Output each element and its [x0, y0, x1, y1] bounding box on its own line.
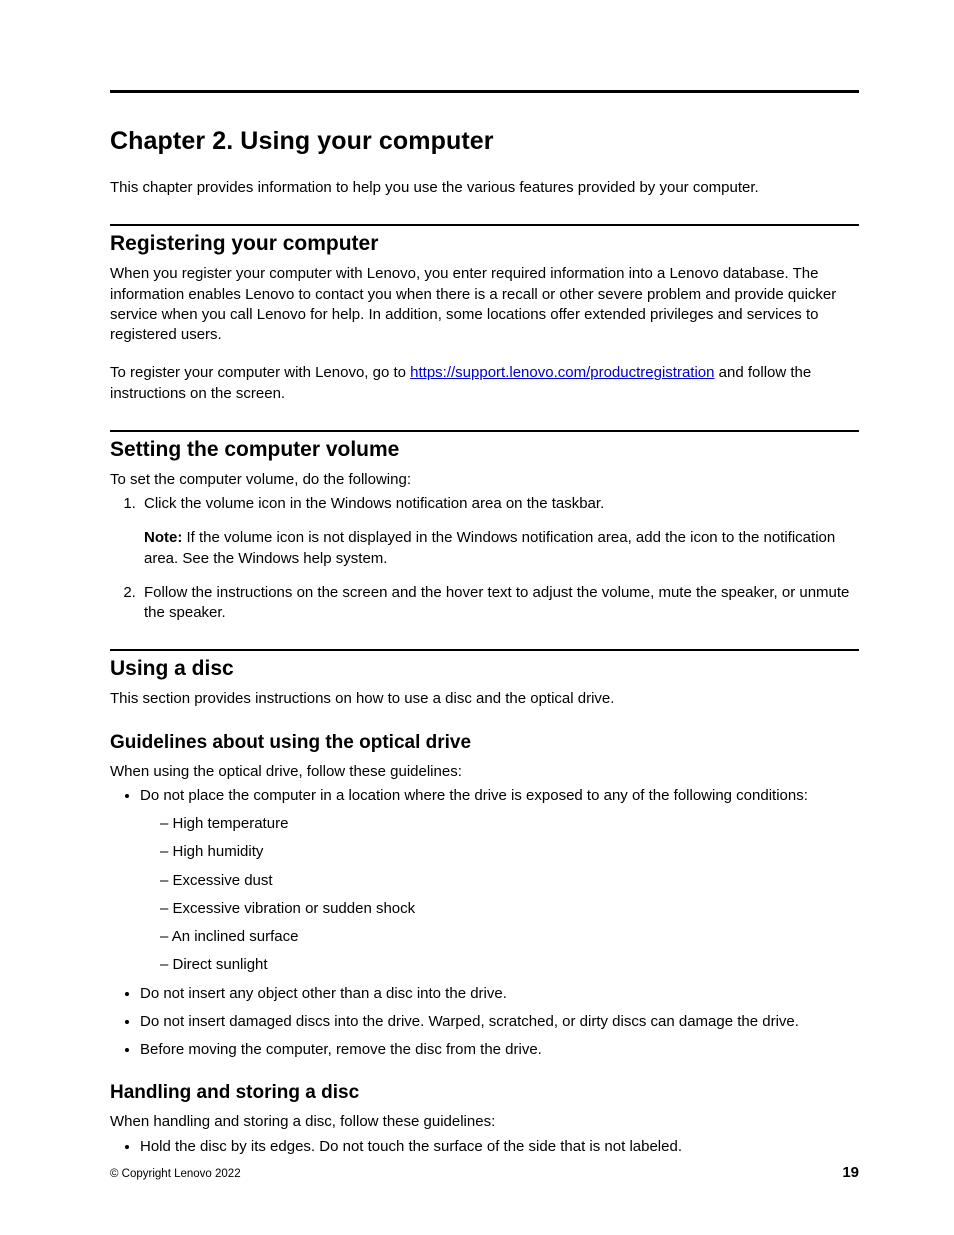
list-item: High humidity [160, 842, 859, 862]
register-p2-pre: To register your computer with Lenovo, g… [110, 364, 410, 381]
register-paragraph-2: To register your computer with Lenovo, g… [110, 363, 859, 404]
condition-text: High humidity [173, 843, 264, 860]
registration-link[interactable]: https://support.lenovo.com/productregist… [410, 364, 714, 381]
section-rule [110, 430, 859, 432]
disc-intro: This section provides instructions on ho… [110, 689, 859, 709]
bullet-text: Hold the disc by its edges. Do not touch… [140, 1138, 682, 1155]
top-rule [110, 90, 859, 93]
list-item: Do not insert any object other than a di… [140, 984, 859, 1004]
section-rule [110, 649, 859, 651]
note-body: If the volume icon is not displayed in t… [144, 529, 835, 566]
volume-step-2-text: Follow the instructions on the screen an… [144, 584, 849, 621]
handling-intro: When handling and storing a disc, follow… [110, 1112, 859, 1132]
list-item: Hold the disc by its edges. Do not touch… [140, 1137, 859, 1157]
footer-copyright: © Copyright Lenovo 2022 [110, 1168, 241, 1180]
bullet-text: Do not insert damaged discs into the dri… [140, 1013, 799, 1030]
section-rule [110, 224, 859, 226]
volume-intro: To set the computer volume, do the follo… [110, 470, 859, 490]
register-paragraph-1: When you register your computer with Len… [110, 264, 859, 345]
section-heading-volume: Setting the computer volume [110, 438, 859, 462]
condition-text: Excessive dust [173, 872, 273, 889]
condition-text: High temperature [173, 815, 289, 832]
list-item: Before moving the computer, remove the d… [140, 1040, 859, 1060]
list-item: Excessive dust [160, 871, 859, 891]
page-footer: © Copyright Lenovo 2022 19 [110, 1164, 859, 1181]
guidelines-list: Do not place the computer in a location … [110, 786, 859, 1061]
subheading-guidelines: Guidelines about using the optical drive [110, 732, 859, 754]
volume-note: Note: If the volume icon is not displaye… [144, 528, 859, 569]
document-page: Chapter 2. Using your computer This chap… [0, 0, 954, 1235]
volume-step-1: Click the volume icon in the Windows not… [140, 494, 859, 569]
handling-list: Hold the disc by its edges. Do not touch… [110, 1137, 859, 1157]
page-number: 19 [842, 1164, 859, 1181]
list-item: High temperature [160, 814, 859, 834]
conditions-list: High temperature High humidity Excessive… [140, 814, 859, 976]
guidelines-intro: When using the optical drive, follow the… [110, 762, 859, 782]
chapter-intro: This chapter provides information to hel… [110, 178, 859, 198]
volume-step-1-text: Click the volume icon in the Windows not… [144, 495, 604, 512]
list-item: Do not insert damaged discs into the dri… [140, 1012, 859, 1032]
list-item: Direct sunlight [160, 955, 859, 975]
section-heading-register: Registering your computer [110, 232, 859, 256]
condition-text: Direct sunlight [173, 956, 268, 973]
volume-step-2: Follow the instructions on the screen an… [140, 583, 859, 624]
note-label: Note: [144, 529, 187, 546]
section-heading-disc: Using a disc [110, 657, 859, 681]
list-item: Do not place the computer in a location … [140, 786, 859, 976]
bullet-text: Before moving the computer, remove the d… [140, 1041, 542, 1058]
bullet-text: Do not place the computer in a location … [140, 787, 808, 804]
list-item: Excessive vibration or sudden shock [160, 899, 859, 919]
list-item: An inclined surface [160, 927, 859, 947]
bullet-text: Do not insert any object other than a di… [140, 985, 507, 1002]
chapter-title: Chapter 2. Using your computer [110, 127, 859, 156]
subheading-handling: Handling and storing a disc [110, 1082, 859, 1104]
condition-text: An inclined surface [172, 928, 299, 945]
volume-steps: Click the volume icon in the Windows not… [110, 494, 859, 623]
condition-text: Excessive vibration or sudden shock [173, 900, 416, 917]
